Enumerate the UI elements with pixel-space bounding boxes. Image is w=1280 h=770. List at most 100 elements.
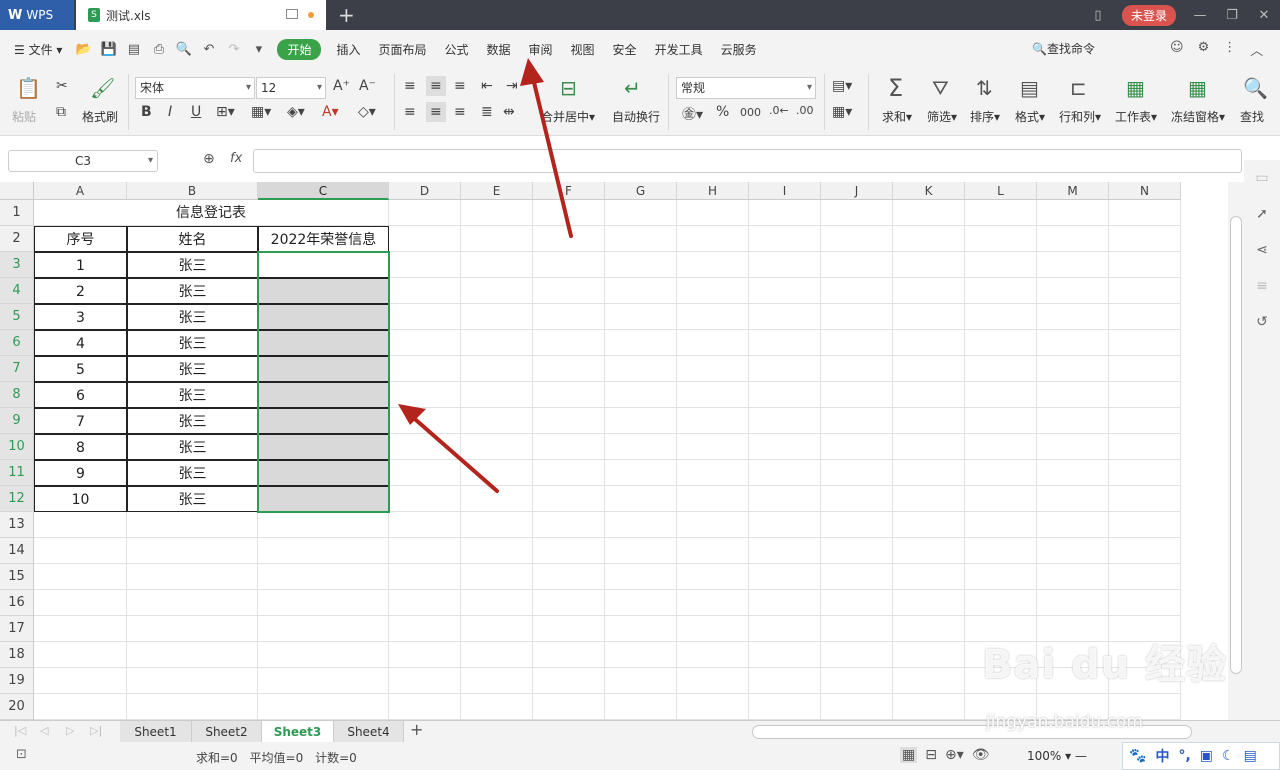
row-header-8[interactable]: 8 bbox=[0, 382, 34, 408]
cell-e16[interactable] bbox=[461, 590, 533, 616]
cell-k14[interactable] bbox=[893, 538, 965, 564]
cell-k4[interactable] bbox=[893, 278, 965, 304]
cell-n16[interactable] bbox=[1109, 590, 1181, 616]
cell-i15[interactable] bbox=[749, 564, 821, 590]
column-header-h[interactable]: H bbox=[677, 182, 749, 200]
cell-l2[interactable] bbox=[965, 226, 1037, 252]
auto-wrap-icon[interactable]: ↵ bbox=[624, 76, 641, 100]
cell-h15[interactable] bbox=[677, 564, 749, 590]
fill-color-icon[interactable]: ◈▾ bbox=[287, 104, 305, 120]
cell-a18[interactable] bbox=[34, 642, 127, 668]
cell-k8[interactable] bbox=[893, 382, 965, 408]
cell-i19[interactable] bbox=[749, 668, 821, 694]
cell-d13[interactable] bbox=[389, 512, 461, 538]
cell-k6[interactable] bbox=[893, 330, 965, 356]
format-button[interactable]: 格式▾ bbox=[1015, 108, 1045, 125]
copy-icon[interactable]: ⧉ bbox=[56, 104, 66, 120]
row-header-7[interactable]: 7 bbox=[0, 356, 34, 382]
cell-i12[interactable] bbox=[749, 486, 821, 512]
align-left-icon[interactable]: ≡ bbox=[404, 104, 416, 120]
cell-a3[interactable]: 1 bbox=[34, 252, 127, 278]
cell-e12[interactable] bbox=[461, 486, 533, 512]
cell-b16[interactable] bbox=[127, 590, 258, 616]
next-sheet-icon[interactable]: ▷ bbox=[66, 724, 74, 737]
row-header-15[interactable]: 15 bbox=[0, 564, 34, 590]
cell-e9[interactable] bbox=[461, 408, 533, 434]
cell-k10[interactable] bbox=[893, 434, 965, 460]
cell-c4[interactable] bbox=[258, 278, 389, 304]
skin-moon-icon[interactable]: ☾ bbox=[1222, 748, 1235, 764]
cell-j17[interactable] bbox=[821, 616, 893, 642]
cell-j11[interactable] bbox=[821, 460, 893, 486]
formula-input[interactable] bbox=[253, 149, 1242, 173]
tab-insert[interactable]: 插入 bbox=[327, 41, 369, 58]
font-color-icon[interactable]: A▾ bbox=[322, 104, 339, 120]
cell-a10[interactable]: 8 bbox=[34, 434, 127, 460]
cell-d16[interactable] bbox=[389, 590, 461, 616]
cell-c5[interactable] bbox=[258, 304, 389, 330]
cell-l11[interactable] bbox=[965, 460, 1037, 486]
cell-d15[interactable] bbox=[389, 564, 461, 590]
percent-icon[interactable]: % bbox=[716, 104, 729, 120]
cell-k1[interactable] bbox=[893, 200, 965, 226]
feedback-icon[interactable]: ☺ bbox=[1170, 40, 1184, 59]
cell-c8[interactable] bbox=[258, 382, 389, 408]
cell-h11[interactable] bbox=[677, 460, 749, 486]
cell-m2[interactable] bbox=[1037, 226, 1109, 252]
cell-e13[interactable] bbox=[461, 512, 533, 538]
page-break-view-icon[interactable]: ⊟ bbox=[925, 747, 937, 763]
column-header-i[interactable]: I bbox=[749, 182, 821, 200]
cell-k2[interactable] bbox=[893, 226, 965, 252]
cell-e17[interactable] bbox=[461, 616, 533, 642]
cell-b18[interactable] bbox=[127, 642, 258, 668]
column-header-n[interactable]: N bbox=[1109, 182, 1181, 200]
row-header-11[interactable]: 11 bbox=[0, 460, 34, 486]
align-right-icon[interactable]: ≡ bbox=[454, 104, 466, 120]
undo-icon[interactable]: ↶ bbox=[196, 42, 221, 57]
punctuation-icon[interactable]: °, bbox=[1178, 748, 1190, 764]
cell-j4[interactable] bbox=[821, 278, 893, 304]
cell-h8[interactable] bbox=[677, 382, 749, 408]
cell-e18[interactable] bbox=[461, 642, 533, 668]
cell-j5[interactable] bbox=[821, 304, 893, 330]
zoom-formula-icon[interactable]: ⊕ bbox=[203, 151, 215, 167]
settings-gear-icon[interactable]: ⚙ bbox=[1198, 40, 1210, 59]
column-header-f[interactable]: F bbox=[533, 182, 605, 200]
cell-h14[interactable] bbox=[677, 538, 749, 564]
cell-c14[interactable] bbox=[258, 538, 389, 564]
cell-c10[interactable] bbox=[258, 434, 389, 460]
format-painter-button[interactable]: 格式刷 bbox=[82, 108, 118, 125]
row-header-20[interactable]: 20 bbox=[0, 694, 34, 720]
save-icon[interactable]: 💾 bbox=[96, 42, 121, 57]
cell-c17[interactable] bbox=[258, 616, 389, 642]
cell-g3[interactable] bbox=[605, 252, 677, 278]
justify-icon[interactable]: ≣ bbox=[481, 104, 493, 120]
thousands-separator-icon[interactable]: 000 bbox=[740, 106, 761, 119]
cell-j20[interactable] bbox=[821, 694, 893, 720]
cell-k13[interactable] bbox=[893, 512, 965, 538]
paste-button[interactable]: 粘贴 bbox=[12, 108, 36, 125]
cell-j14[interactable] bbox=[821, 538, 893, 564]
page-layout-view-icon[interactable]: ⊕▾ bbox=[945, 747, 964, 763]
cell-d8[interactable] bbox=[389, 382, 461, 408]
cell-l15[interactable] bbox=[965, 564, 1037, 590]
cell-j15[interactable] bbox=[821, 564, 893, 590]
fx-icon[interactable]: fx bbox=[230, 151, 242, 166]
cell-d7[interactable] bbox=[389, 356, 461, 382]
column-header-a[interactable]: A bbox=[34, 182, 127, 200]
cell-d12[interactable] bbox=[389, 486, 461, 512]
cell-c7[interactable] bbox=[258, 356, 389, 382]
vertical-scroll-thumb[interactable] bbox=[1230, 216, 1242, 674]
row-header-13[interactable]: 13 bbox=[0, 512, 34, 538]
cell-c15[interactable] bbox=[258, 564, 389, 590]
search-command[interactable]: 🔍查找命令 bbox=[1032, 40, 1095, 57]
cell-c19[interactable] bbox=[258, 668, 389, 694]
cell-k3[interactable] bbox=[893, 252, 965, 278]
cell-k12[interactable] bbox=[893, 486, 965, 512]
cell-b4[interactable]: 张三 bbox=[127, 278, 258, 304]
cell-h16[interactable] bbox=[677, 590, 749, 616]
cell-e4[interactable] bbox=[461, 278, 533, 304]
cell-a20[interactable] bbox=[34, 694, 127, 720]
tab-developer[interactable]: 开发工具 bbox=[646, 41, 712, 58]
cell-f3[interactable] bbox=[533, 252, 605, 278]
